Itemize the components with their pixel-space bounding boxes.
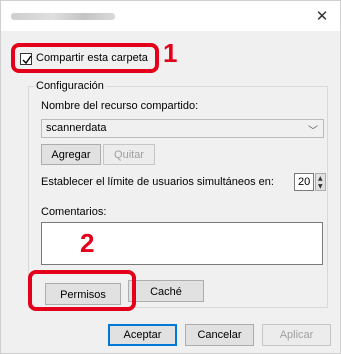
cache-button[interactable]: Caché — [128, 280, 204, 302]
ok-button[interactable]: Aceptar — [108, 324, 177, 346]
add-button[interactable]: Agregar — [41, 144, 101, 165]
user-limit-spinner[interactable]: ▲ ▼ — [315, 173, 326, 191]
apply-button[interactable]: Aplicar — [262, 324, 331, 346]
step1-number: 1 — [163, 38, 178, 68]
dialog-title-blurred — [11, 13, 115, 20]
title-bar: ✕ — [1, 1, 340, 31]
configuration-legend: Configuración — [34, 80, 106, 92]
spin-up-icon[interactable]: ▲ — [318, 176, 323, 182]
remove-button[interactable]: Quitar — [103, 144, 155, 165]
comments-label: Comentarios: — [41, 206, 107, 218]
share-name-label: Nombre del recurso compartido: — [41, 100, 199, 112]
step2-highlight — [28, 270, 136, 311]
cancel-button[interactable]: Cancelar — [185, 324, 254, 346]
chevron-down-icon[interactable]: ﹀ — [308, 122, 318, 137]
share-name-combobox[interactable]: scannerdata ﹀ — [41, 119, 324, 138]
spin-down-icon[interactable]: ▼ — [318, 184, 323, 190]
close-icon[interactable]: ✕ — [312, 6, 332, 26]
step2-number: 2 — [80, 228, 95, 258]
user-limit-input[interactable]: 20 — [294, 173, 314, 191]
share-name-value: scannerdata — [46, 122, 107, 134]
user-limit-label: Establecer el límite de usuarios simultá… — [41, 176, 274, 188]
step1-highlight — [11, 43, 159, 73]
